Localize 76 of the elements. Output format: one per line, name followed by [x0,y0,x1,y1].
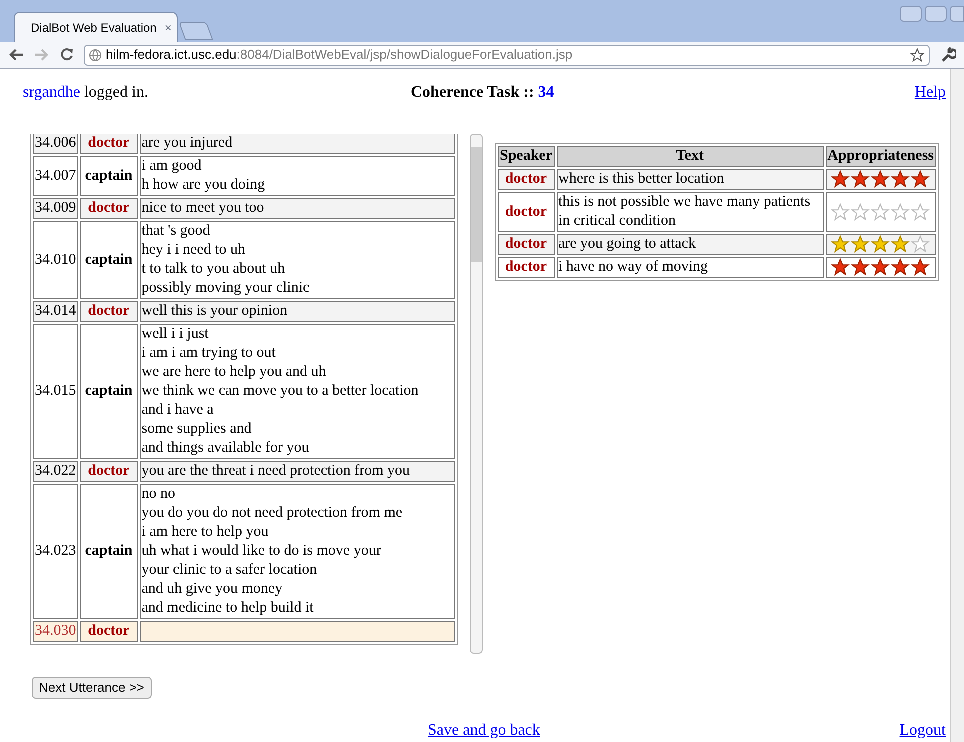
star-icon[interactable] [831,258,850,277]
help-link[interactable]: Help [914,81,946,105]
star-icon[interactable] [871,235,890,254]
page-scrollbar[interactable] [950,69,964,742]
star-icon[interactable] [911,235,930,254]
star-icon[interactable] [871,202,890,222]
speaker-cell: doctor [498,192,554,232]
utterance-id: 34.030 [33,621,78,642]
star-icon[interactable] [891,235,910,254]
speaker-cell: doctor [80,461,138,482]
star-icon[interactable] [851,202,870,222]
candidate-text: i have no way of moving [556,257,824,278]
speaker-cell: doctor [498,234,554,255]
speaker-cell: doctor [498,257,554,278]
column-header: Speaker [498,146,554,167]
utterance-id: 34.010 [33,221,78,299]
star-icon[interactable] [851,235,870,254]
star-icon[interactable] [891,170,910,189]
logout-link[interactable]: Logout [900,719,946,742]
utterance-id: 34.009 [33,198,78,219]
browser-tab[interactable]: DialBot Web Evaluation × [14,12,178,42]
utterance-text: well this is your opinion [140,301,455,322]
reload-icon[interactable] [60,48,74,62]
utterance-id: 34.022 [33,461,78,482]
utterance-id: 34.007 [33,156,78,196]
utterance-id: 34.006 [33,134,78,154]
utterance-text: you are the threat i need protection from you [140,461,455,482]
close-icon[interactable]: × [164,18,172,36]
scrollbar[interactable] [470,134,483,654]
minimize-button[interactable] [900,6,922,22]
speaker-cell: captain [80,324,138,459]
wrench-icon[interactable] [940,47,956,63]
utterance-id: 34.015 [33,324,78,459]
scroll-thumb[interactable] [471,147,482,262]
star-icon[interactable] [831,202,850,222]
login-status: srgandhe logged in. [23,83,150,103]
speaker-cell: captain [80,221,138,299]
speaker-cell: doctor [80,621,138,642]
address-bar[interactable]: hilm-fedora.ict.usc.edu:8084/DialBotWebEval/jsp/showDialogueForEvaluation.jsp [84,44,930,66]
task-title: Coherence Task :: 34 [411,83,556,103]
star-icon[interactable] [831,170,850,189]
speaker-cell: doctor [498,169,554,190]
speaker-cell: doctor [80,301,138,322]
utterance-text: are you injured [140,134,455,154]
maximize-button[interactable] [925,6,947,22]
utterance-id: 34.014 [33,301,78,322]
star-icon[interactable] [831,235,850,254]
column-header: Appropriateness [826,146,936,167]
utterance-text: nice to meet you too [140,198,455,219]
star-icon[interactable] [911,202,930,222]
back-icon[interactable] [8,48,24,62]
speaker-cell: doctor [80,198,138,219]
globe-icon [89,48,102,62]
close-button[interactable] [950,6,964,22]
star-icon[interactable] [891,202,910,222]
tab-title: DialBot Web Evaluation [31,20,157,36]
candidate-text: are you going to attack [556,234,824,255]
star-icon[interactable] [911,170,930,189]
speaker-cell: doctor [80,134,138,154]
star-icon[interactable] [871,258,890,277]
candidate-text: where is this better location [556,169,824,190]
save-link[interactable]: Save and go back [428,719,540,742]
column-header: Text [556,146,824,167]
new-tab-button[interactable] [178,22,214,40]
star-icon[interactable] [910,48,925,62]
utterance-text: no no you do you do not need protection from me i am here to help you uh what i would like to do is move your your clinic to a safer location and uh give you money and medicine to help build it [140,484,455,619]
star-icon[interactable] [911,258,930,277]
star-icon[interactable] [871,170,890,189]
next-utterance-button[interactable]: Next Utterance >> [32,677,152,699]
star-icon[interactable] [851,258,870,277]
speaker-cell: captain [80,484,138,619]
star-icon[interactable] [851,170,870,189]
forward-icon[interactable] [34,48,50,62]
speaker-cell: captain [80,156,138,196]
star-icon[interactable] [891,258,910,277]
utterance-id: 34.023 [33,484,78,619]
